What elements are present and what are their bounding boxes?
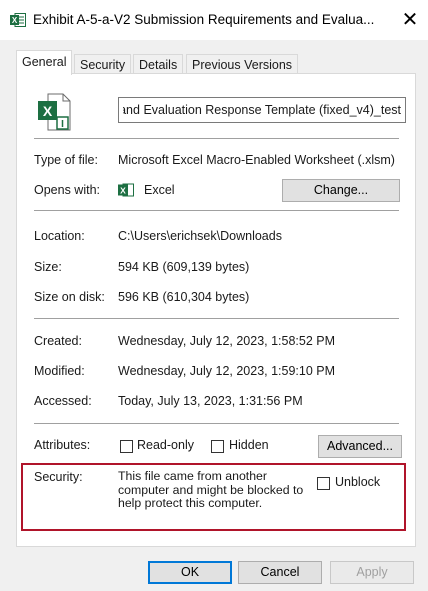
- tab-details[interactable]: Details: [133, 54, 184, 75]
- filename-input[interactable]: [119, 98, 405, 122]
- divider: [34, 138, 399, 139]
- location-label: Location:: [34, 229, 85, 243]
- type-value: Microsoft Excel Macro-Enabled Worksheet …: [118, 153, 395, 167]
- divider: [34, 318, 399, 319]
- window-title: Exhibit A-5-a-V2 Submission Requirements…: [33, 12, 375, 27]
- type-label: Type of file:: [34, 153, 98, 167]
- close-icon: ✕: [401, 9, 419, 31]
- size-on-disk-value: 596 KB (610,304 bytes): [118, 290, 250, 304]
- excel-app-icon: X: [118, 183, 134, 197]
- divider: [34, 210, 399, 211]
- close-button[interactable]: ✕: [396, 6, 424, 34]
- security-label: Security:: [34, 470, 83, 484]
- size-value: 594 KB (609,139 bytes): [118, 260, 250, 274]
- opens-with-value: Excel: [144, 183, 175, 197]
- opens-with-label: Opens with:: [34, 183, 101, 197]
- tab-previous-versions[interactable]: Previous Versions: [186, 54, 299, 75]
- attributes-label: Attributes:: [34, 438, 91, 452]
- tab-strip: General Security Details Previous Versio…: [16, 50, 416, 75]
- properties-dialog: X Exhibit A-5-a-V2 Submission Requiremen…: [0, 0, 428, 591]
- ok-button[interactable]: OK: [148, 561, 232, 584]
- cancel-button[interactable]: Cancel: [238, 561, 322, 584]
- unblock-label[interactable]: Unblock: [335, 475, 380, 489]
- modified-value: Wednesday, July 12, 2023, 1:59:10 PM: [118, 364, 336, 378]
- excel-file-icon: X: [10, 13, 26, 27]
- advanced-button[interactable]: Advanced...: [318, 435, 402, 458]
- hidden-label[interactable]: Hidden: [229, 438, 269, 452]
- hidden-checkbox[interactable]: [211, 440, 224, 453]
- accessed-label: Accessed:: [34, 394, 92, 408]
- svg-text:X: X: [120, 186, 126, 196]
- readonly-checkbox[interactable]: [120, 440, 133, 453]
- location-value: C:\Users\erichsek\Downloads: [118, 229, 282, 243]
- security-message: This file came from another computer and…: [118, 469, 304, 510]
- created-value: Wednesday, July 12, 2023, 1:58:52 PM: [118, 334, 336, 348]
- size-on-disk-label: Size on disk:: [34, 290, 105, 304]
- svg-text:X: X: [12, 16, 18, 25]
- readonly-label[interactable]: Read-only: [137, 438, 194, 452]
- accessed-value: Today, July 13, 2023, 1:31:56 PM: [118, 394, 303, 408]
- size-label: Size:: [34, 260, 62, 274]
- title-bar[interactable]: X Exhibit A-5-a-V2 Submission Requiremen…: [0, 0, 428, 40]
- filename-field[interactable]: [118, 97, 406, 123]
- general-tab-panel: X Type of file: Microsoft Excel Macro-En…: [16, 73, 416, 547]
- modified-label: Modified:: [34, 364, 85, 378]
- created-label: Created:: [34, 334, 82, 348]
- divider: [34, 423, 399, 424]
- tab-security[interactable]: Security: [74, 54, 132, 75]
- svg-text:X: X: [43, 103, 53, 119]
- tab-general[interactable]: General: [16, 50, 73, 75]
- apply-button[interactable]: Apply: [330, 561, 414, 584]
- change-button[interactable]: Change...: [282, 179, 400, 202]
- unblock-checkbox[interactable]: [317, 477, 330, 490]
- excel-macro-file-icon: X: [38, 93, 71, 131]
